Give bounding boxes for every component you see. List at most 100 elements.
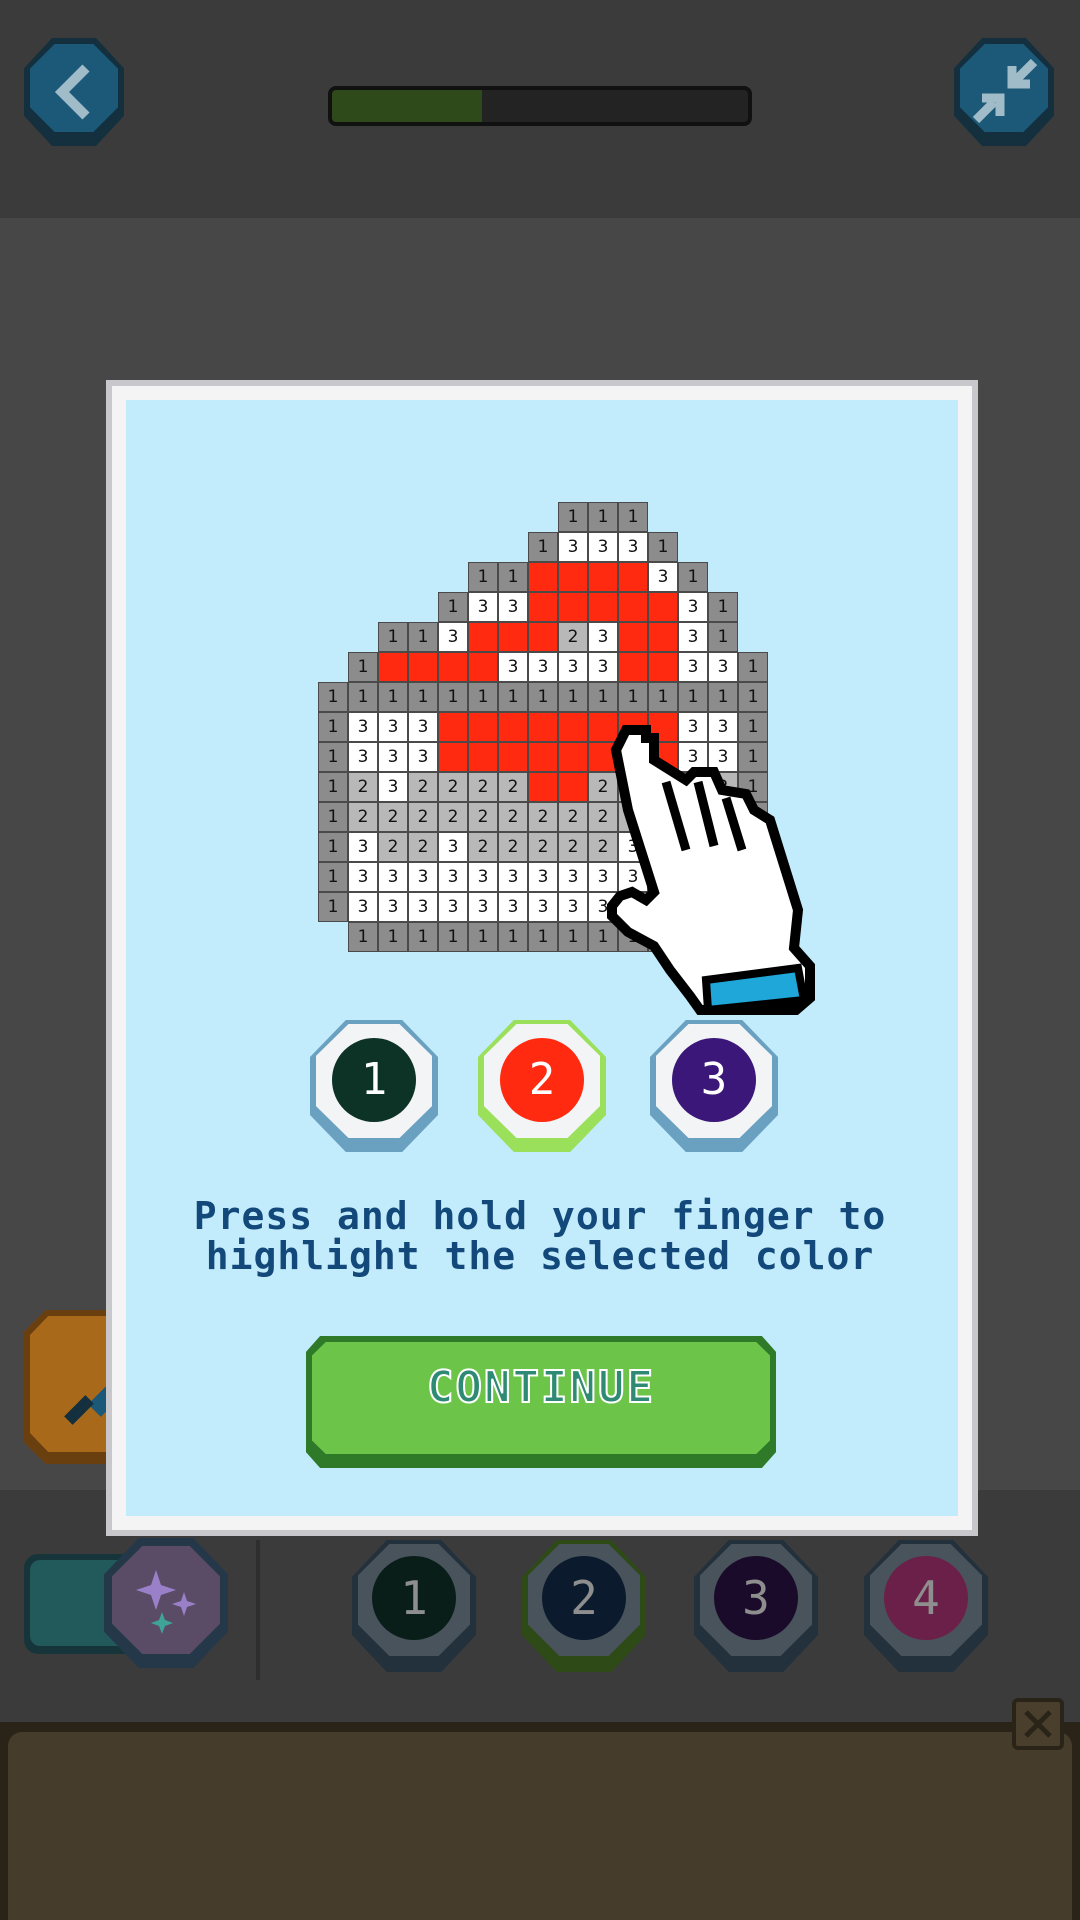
pixel-cell <box>558 772 588 802</box>
pixel-cell: 1 <box>558 502 588 532</box>
pixel-cell: 3 <box>408 892 438 922</box>
pixel-cell: 3 <box>408 862 438 892</box>
example-color-1: 1 <box>310 1020 438 1152</box>
continue-button[interactable]: CONTINUE <box>306 1336 776 1468</box>
pixel-cell: 1 <box>528 532 558 562</box>
pixel-cell <box>588 562 618 592</box>
pixel-cell: 3 <box>348 892 378 922</box>
pixel-cell <box>558 712 588 742</box>
pixel-cell <box>588 592 618 622</box>
pixel-cell: 2 <box>468 772 498 802</box>
pixel-cell: 1 <box>708 682 738 712</box>
collapse-button[interactable] <box>954 38 1054 146</box>
pixel-cell: 1 <box>438 682 468 712</box>
pixel-cell: 3 <box>438 622 468 652</box>
progress-bar <box>328 86 752 126</box>
pixel-cell: 3 <box>438 862 468 892</box>
pixel-cell: 1 <box>318 742 348 772</box>
pixel-cell: 3 <box>408 742 438 772</box>
pixel-cell: 1 <box>738 652 768 682</box>
pixel-cell <box>468 712 498 742</box>
pixel-cell <box>648 622 678 652</box>
pixel-cell <box>618 592 648 622</box>
pixel-cell <box>498 742 528 772</box>
pixel-cell: 1 <box>378 622 408 652</box>
pixel-cell: 2 <box>378 802 408 832</box>
pixel-cell <box>438 742 468 772</box>
pixel-cell: 3 <box>678 592 708 622</box>
pixel-cell: 3 <box>468 892 498 922</box>
example-color-label: 1 <box>360 1054 388 1105</box>
palette-color-2[interactable]: 2 <box>522 1540 646 1672</box>
pixel-cell: 1 <box>678 562 708 592</box>
pixel-cell: 3 <box>468 862 498 892</box>
pixel-cell: 3 <box>648 562 678 592</box>
pixel-cell: 1 <box>618 502 648 532</box>
palette-color-1[interactable]: 1 <box>352 1540 476 1672</box>
pixel-cell: 1 <box>528 682 558 712</box>
pixel-cell <box>498 622 528 652</box>
pixel-cell: 1 <box>408 682 438 712</box>
pixel-cell: 1 <box>498 562 528 592</box>
pixel-cell: 3 <box>498 652 528 682</box>
pixel-cell: 1 <box>438 922 468 952</box>
palette-color-3[interactable]: 3 <box>694 1540 818 1672</box>
pixel-cell: 2 <box>348 772 378 802</box>
palette-color-4[interactable]: 4 <box>864 1540 988 1672</box>
pixel-cell: 3 <box>378 742 408 772</box>
pixel-cell <box>648 652 678 682</box>
pixel-cell: 1 <box>378 922 408 952</box>
pixel-cell: 1 <box>408 622 438 652</box>
example-color-2: 2 <box>478 1020 606 1152</box>
pixel-cell: 1 <box>558 682 588 712</box>
pixel-cell <box>618 562 648 592</box>
pixel-cell <box>558 562 588 592</box>
drawer-close-button[interactable] <box>1012 1698 1064 1750</box>
pixel-cell: 3 <box>498 892 528 922</box>
pixel-cell: 1 <box>498 682 528 712</box>
pixel-cell: 2 <box>378 832 408 862</box>
continue-label: CONTINUE <box>426 1361 655 1414</box>
back-button[interactable] <box>24 38 124 146</box>
pixel-cell: 3 <box>378 862 408 892</box>
pixel-cell <box>468 652 498 682</box>
pixel-cell: 2 <box>558 832 588 862</box>
pixel-cell: 2 <box>468 832 498 862</box>
palette-color-label: 3 <box>742 1571 770 1625</box>
pixel-cell: 3 <box>708 652 738 682</box>
pixel-cell <box>438 652 468 682</box>
pixel-cell: 2 <box>498 772 528 802</box>
pixel-cell: 1 <box>618 682 648 712</box>
pixel-cell: 2 <box>348 802 378 832</box>
pixel-cell: 1 <box>648 532 678 562</box>
magic-button[interactable] <box>104 1538 228 1668</box>
pixel-cell: 2 <box>498 832 528 862</box>
progress-fill <box>332 90 482 122</box>
bottom-drawer <box>0 1722 1080 1920</box>
pixel-cell <box>528 592 558 622</box>
pixel-cell: 1 <box>408 922 438 952</box>
example-color-3: 3 <box>650 1020 778 1152</box>
pixel-cell: 1 <box>678 682 708 712</box>
pixel-cell <box>528 742 558 772</box>
pixel-cell: 1 <box>738 682 768 712</box>
pixel-cell: 2 <box>498 802 528 832</box>
pixel-cell: 1 <box>348 652 378 682</box>
pixel-cell <box>468 742 498 772</box>
pixel-cell: 3 <box>558 532 588 562</box>
pixel-cell: 3 <box>348 742 378 772</box>
pointing-hand-icon <box>607 725 815 1015</box>
pixel-cell: 3 <box>348 862 378 892</box>
pixel-cell: 2 <box>408 772 438 802</box>
pixel-cell: 3 <box>438 892 468 922</box>
pixel-cell <box>648 592 678 622</box>
pixel-cell <box>558 742 588 772</box>
example-color-label: 3 <box>700 1054 728 1105</box>
pixel-cell <box>558 592 588 622</box>
pixel-cell: 3 <box>378 892 408 922</box>
example-color-label: 2 <box>528 1054 556 1105</box>
pixel-cell: 3 <box>558 892 588 922</box>
close-x-icon <box>1024 1710 1052 1738</box>
pixel-cell: 3 <box>528 652 558 682</box>
pixel-cell: 2 <box>468 802 498 832</box>
